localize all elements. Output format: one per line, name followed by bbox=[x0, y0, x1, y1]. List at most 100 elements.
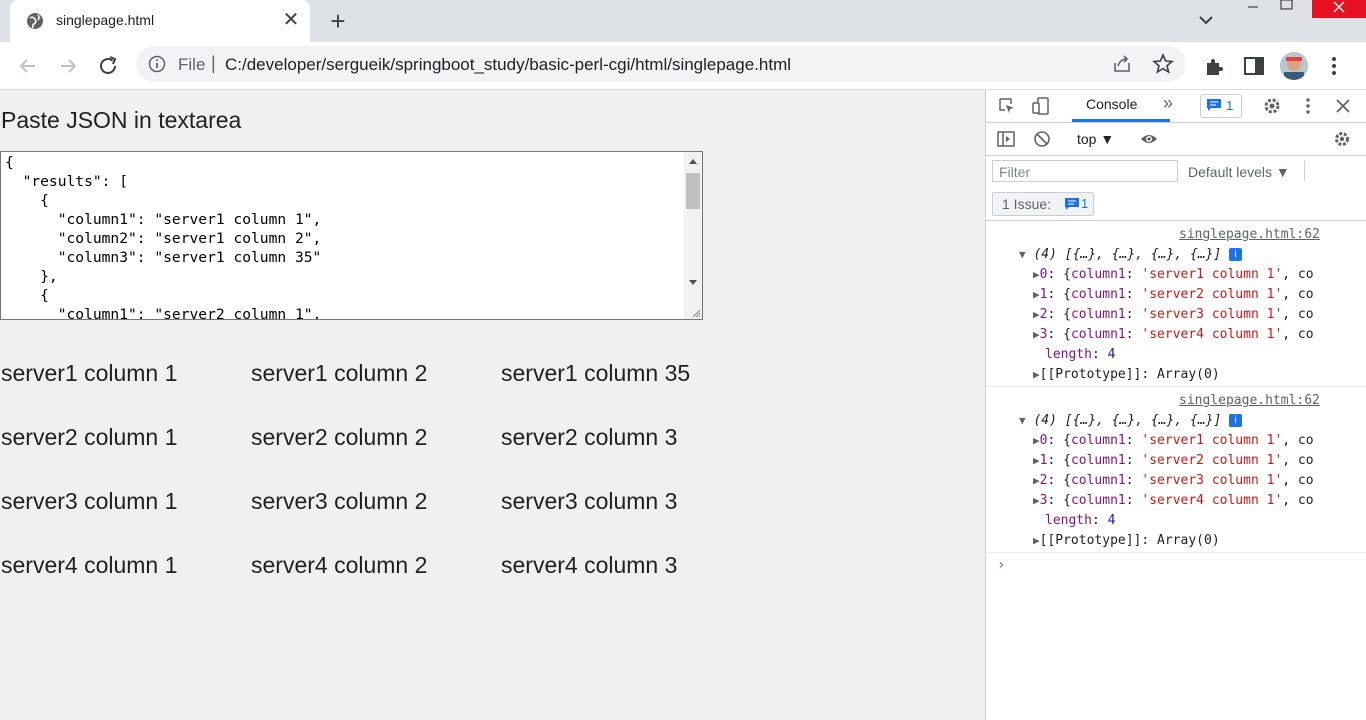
result-row: server1 column 1 server1 column 2 server1 … bbox=[1, 360, 751, 424]
log-entry: singlepage.html:62 ▼ (4) [{…}, {…}, {…},… bbox=[986, 221, 1366, 387]
info-icon[interactable]: i bbox=[1229, 414, 1243, 427]
array-item[interactable]: ▶0: {column1: 'server1 column 1', co bbox=[1033, 431, 1314, 451]
console-prompt[interactable]: › bbox=[997, 557, 1005, 573]
json-textarea[interactable]: { "results": [ { "column1": "server1 col… bbox=[0, 151, 703, 320]
collapse-triangle-icon[interactable]: ▶ bbox=[1033, 494, 1040, 507]
page-title: Paste JSON in textarea bbox=[1, 107, 242, 133]
settings-gear-icon[interactable] bbox=[1262, 96, 1282, 116]
maximize-icon[interactable] bbox=[1264, 0, 1310, 14]
new-tab-button[interactable]: + bbox=[324, 8, 352, 36]
forward-icon[interactable] bbox=[56, 54, 80, 78]
array-item[interactable]: ▶1: {column1: 'server2 column 1', co bbox=[1033, 285, 1314, 305]
url-text[interactable]: C:/developer/sergueik/springboot_study/b… bbox=[225, 55, 791, 75]
array-header[interactable]: ▼ (4) [{…}, {…}, {…}, {…}] i bbox=[1019, 411, 1243, 431]
inspect-element-icon[interactable] bbox=[997, 96, 1017, 116]
tab-console[interactable]: Console bbox=[1086, 96, 1137, 112]
item-key: 2 bbox=[1039, 473, 1048, 488]
avatar[interactable] bbox=[1280, 52, 1308, 80]
console-filter-input[interactable]: Filter bbox=[992, 160, 1178, 182]
array-item[interactable]: ▶2: {column1: 'server3 column 1', co bbox=[1033, 471, 1314, 491]
length-value: 4 bbox=[1107, 347, 1116, 362]
collapse-triangle-icon[interactable]: ▶ bbox=[1033, 474, 1040, 487]
tab-close-icon[interactable]: ✕ bbox=[280, 9, 302, 31]
page-content: Paste JSON in textarea { "results": [ { … bbox=[0, 90, 985, 720]
issues-button[interactable]: 1 Issue: 1 bbox=[992, 192, 1094, 216]
results-table: server1 column 1 server1 column 2 server1 … bbox=[1, 360, 751, 616]
menu-kebab-icon[interactable] bbox=[1323, 55, 1345, 77]
address-bar[interactable]: File | C:/developer/sergueik/springboot_… bbox=[136, 46, 1186, 82]
sidebar-toggle-icon[interactable] bbox=[997, 130, 1015, 148]
back-icon[interactable] bbox=[16, 54, 40, 78]
collapse-triangle-icon[interactable]: ▶ bbox=[1033, 308, 1040, 321]
expand-triangle-icon[interactable]: ▼ bbox=[1019, 414, 1026, 427]
item-key: 3 bbox=[1039, 493, 1048, 508]
extensions-icon[interactable] bbox=[1203, 55, 1225, 77]
context-selector[interactable]: top ▼ bbox=[1077, 131, 1114, 147]
json-textarea-value[interactable]: { "results": [ { "column1": "server1 col… bbox=[5, 153, 321, 319]
info-icon[interactable]: i bbox=[1229, 248, 1243, 261]
item-key: 2 bbox=[1039, 307, 1048, 322]
window-close-button[interactable] bbox=[1312, 0, 1366, 18]
kebab-menu-icon[interactable] bbox=[1298, 96, 1318, 116]
log-source-link[interactable]: singlepage.html:62 bbox=[1179, 393, 1320, 408]
result-cell: server3 column 3 bbox=[501, 488, 678, 514]
close-icon bbox=[1333, 1, 1345, 13]
scroll-up-arrow-icon[interactable] bbox=[688, 157, 698, 165]
collapse-triangle-icon[interactable]: ▶ bbox=[1033, 328, 1040, 341]
issues-count: 1 bbox=[1226, 98, 1234, 113]
more-tabs-button[interactable]: » bbox=[1163, 93, 1173, 114]
collapse-triangle-icon[interactable]: ▶ bbox=[1033, 434, 1040, 447]
issues-label: 1 Issue: bbox=[1002, 196, 1052, 212]
message-icon bbox=[1207, 99, 1221, 111]
array-item[interactable]: ▶3: {column1: 'server4 column 1', co bbox=[1033, 325, 1314, 345]
console-settings-gear-icon[interactable] bbox=[1333, 130, 1351, 148]
array-prototype[interactable]: ▶[[Prototype]]: Array(0) bbox=[1033, 365, 1220, 385]
globe-icon bbox=[27, 13, 43, 29]
collapse-triangle-icon[interactable]: ▶ bbox=[1033, 454, 1040, 467]
url-separator: | bbox=[211, 53, 216, 73]
textarea-scrollbar[interactable] bbox=[684, 152, 702, 319]
array-item[interactable]: ▶2: {column1: 'server3 column 1', co bbox=[1033, 305, 1314, 325]
array-prototype[interactable]: ▶[[Prototype]]: Array(0) bbox=[1033, 531, 1220, 551]
reload-icon[interactable] bbox=[96, 54, 120, 78]
result-cell: server1 column 1 bbox=[1, 360, 178, 386]
message-icon bbox=[1065, 198, 1079, 210]
array-item[interactable]: ▶1: {column1: 'server2 column 1', co bbox=[1033, 451, 1314, 471]
expand-triangle-icon[interactable]: ▼ bbox=[1019, 248, 1026, 261]
result-cell: server3 column 1 bbox=[1, 488, 178, 514]
issues-counter-button[interactable]: 1 bbox=[1200, 94, 1242, 118]
tab-singlepage[interactable]: singlepage.html ✕ bbox=[10, 0, 310, 42]
scrollbar-thumb[interactable] bbox=[686, 173, 700, 209]
clear-console-icon[interactable] bbox=[1033, 130, 1051, 148]
item-value: 'server2 column 1' bbox=[1141, 453, 1283, 468]
item-value: 'server4 column 1' bbox=[1141, 493, 1283, 508]
log-source-link[interactable]: singlepage.html:62 bbox=[1179, 227, 1320, 242]
side-panel-icon[interactable] bbox=[1243, 55, 1265, 77]
info-icon[interactable] bbox=[148, 55, 166, 73]
share-icon[interactable] bbox=[1112, 54, 1132, 74]
resize-handle-icon[interactable] bbox=[691, 308, 701, 318]
scroll-down-arrow-icon[interactable] bbox=[688, 279, 698, 287]
close-devtools-icon[interactable] bbox=[1333, 96, 1353, 116]
collapse-triangle-icon[interactable]: ▶ bbox=[1033, 534, 1040, 547]
active-tab-indicator bbox=[1072, 119, 1170, 122]
log-levels-dropdown[interactable]: Default levels ▼ bbox=[1188, 164, 1290, 180]
result-row: server2 column 1 server2 column 2 server2 … bbox=[1, 424, 751, 488]
collapse-triangle-icon[interactable]: ▶ bbox=[1033, 268, 1040, 281]
prototype-value: Array(0) bbox=[1157, 533, 1220, 548]
eye-icon[interactable] bbox=[1140, 130, 1158, 148]
result-cell: server4 column 3 bbox=[501, 552, 678, 578]
collapse-triangle-icon[interactable]: ▶ bbox=[1033, 368, 1040, 381]
device-toolbar-icon[interactable] bbox=[1031, 96, 1051, 116]
console-log: singlepage.html:62 ▼ (4) [{…}, {…}, {…},… bbox=[986, 221, 1366, 720]
collapse-triangle-icon[interactable]: ▶ bbox=[1033, 288, 1040, 301]
array-header[interactable]: ▼ (4) [{…}, {…}, {…}, {…}] i bbox=[1019, 245, 1243, 265]
chevron-down-icon[interactable] bbox=[1196, 10, 1216, 30]
item-key: 3 bbox=[1039, 327, 1048, 342]
array-item[interactable]: ▶3: {column1: 'server4 column 1', co bbox=[1033, 491, 1314, 511]
array-item[interactable]: ▶0: {column1: 'server1 column 1', co bbox=[1033, 265, 1314, 285]
star-icon[interactable] bbox=[1152, 53, 1174, 75]
result-cell: server1 column 35 bbox=[501, 360, 691, 386]
item-key: 1 bbox=[1039, 453, 1048, 468]
devtools-panel: Console » 1 top ▼ Filter Default levels … bbox=[985, 90, 1366, 720]
